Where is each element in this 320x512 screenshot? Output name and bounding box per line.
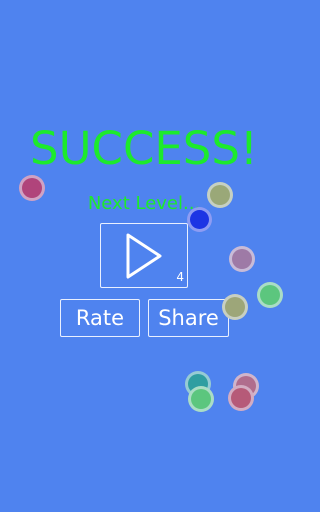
floating-ball bbox=[187, 207, 212, 232]
floating-ball bbox=[188, 386, 214, 412]
floating-ball bbox=[19, 175, 45, 201]
success-title: SUCCESS! bbox=[30, 122, 258, 175]
floating-ball bbox=[228, 385, 254, 411]
level-number: 4 bbox=[176, 270, 184, 284]
rate-button[interactable]: Rate bbox=[60, 299, 140, 337]
floating-ball bbox=[207, 182, 233, 208]
floating-ball bbox=[229, 246, 255, 272]
next-level-label: Next Level... bbox=[87, 193, 201, 214]
floating-ball bbox=[257, 282, 283, 308]
game-screen: SUCCESS! Next Level... 4 Rate Share bbox=[0, 0, 288, 512]
next-level-play-button[interactable]: 4 bbox=[100, 223, 188, 288]
play-icon bbox=[126, 233, 162, 279]
floating-ball bbox=[222, 294, 248, 320]
share-button[interactable]: Share bbox=[148, 299, 229, 337]
